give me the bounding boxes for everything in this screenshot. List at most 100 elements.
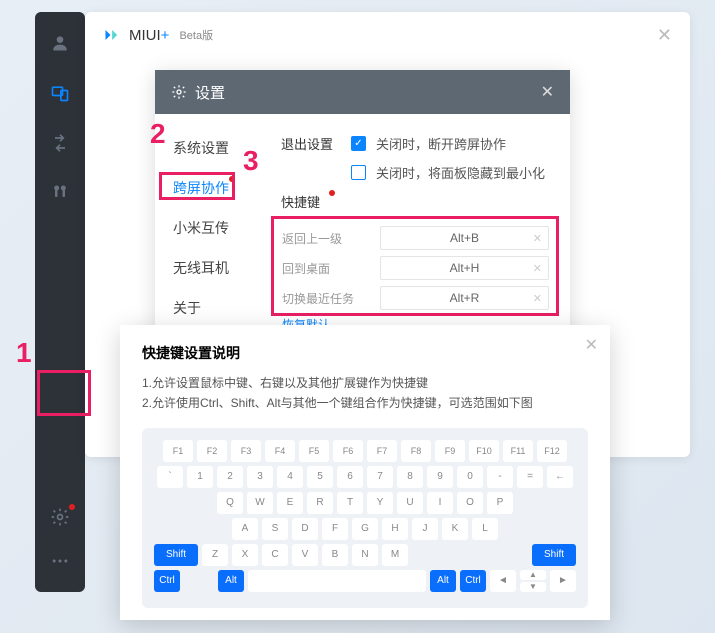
- help-close-icon[interactable]: ✕: [585, 335, 598, 355]
- nav-mi-connect[interactable]: 小米互传: [173, 218, 271, 238]
- keyboard-key: Alt: [218, 570, 244, 592]
- keyboard-key: F1: [163, 440, 193, 462]
- keyboard-key: C: [262, 544, 288, 566]
- keyboard-key: X: [232, 544, 258, 566]
- keyboard-key: N: [352, 544, 378, 566]
- close-icon[interactable]: ✕: [657, 25, 672, 46]
- keyboard-key: 6: [337, 466, 363, 488]
- settings-header: 设置 ✕: [155, 70, 570, 114]
- settings-panel: 设置 ✕ 系统设置 跨屏协作 小米互传 无线耳机 关于 退出设置 关闭时，断开跨…: [155, 70, 570, 340]
- keyboard-key: F7: [367, 440, 397, 462]
- earbuds-icon[interactable]: [49, 182, 71, 204]
- gear-icon: [171, 84, 187, 100]
- keyboard-key: 3: [247, 466, 273, 488]
- avatar-icon[interactable]: [49, 32, 71, 54]
- keyboard-key: Ctrl: [460, 570, 486, 592]
- checkbox-minimize[interactable]: [351, 165, 366, 180]
- keyboard-key: 0: [457, 466, 483, 488]
- keyboard-key: Shift: [532, 544, 576, 566]
- keyboard-key: D: [292, 518, 318, 540]
- annotation-num-1: 1: [16, 337, 32, 369]
- keyboard-key: =: [517, 466, 543, 488]
- help-title: 快捷键设置说明: [142, 343, 588, 363]
- shortcut-input-back[interactable]: Alt+B✕: [380, 226, 549, 250]
- settings-gear-icon[interactable]: [49, 506, 71, 528]
- shortcut-row: 切换最近任务 Alt+R✕: [282, 286, 549, 310]
- keyboard-key: O: [457, 492, 483, 514]
- keyboard-key: Shift: [154, 544, 198, 566]
- shortcut-box: 返回上一级 Alt+B✕ 回到桌面 Alt+H✕ 切换最近任务 Alt+R✕ 恢…: [281, 221, 550, 338]
- keyboard-key: F9: [435, 440, 465, 462]
- exit-option-minimize: 关闭时，将面板隐藏到最小化: [376, 163, 545, 182]
- nav-about[interactable]: 关于: [173, 298, 271, 318]
- keyboard-key: F10: [469, 440, 499, 462]
- nav-system[interactable]: 系统设置: [173, 138, 271, 158]
- exit-option-disconnect: 关闭时，断开跨屏协作: [376, 134, 506, 153]
- more-icon[interactable]: [49, 550, 71, 572]
- settings-title: 设置: [195, 82, 225, 103]
- keyboard-key: ←: [547, 466, 573, 488]
- keyboard-key: F2: [197, 440, 227, 462]
- help-panel: ✕ 快捷键设置说明 1.允许设置鼠标中键、右键以及其他扩展键作为快捷键 2.允许…: [120, 325, 610, 620]
- keyboard-key: Y: [367, 492, 393, 514]
- keyboard-key: Z: [202, 544, 228, 566]
- keyboard-key: ◄: [490, 570, 516, 592]
- app-logo: MIUI+ Beta版: [103, 25, 213, 45]
- keyboard-key: S: [262, 518, 288, 540]
- keyboard-key: P: [487, 492, 513, 514]
- devices-icon[interactable]: [49, 82, 71, 104]
- keyboard-key: A: [232, 518, 258, 540]
- keyboard-key: 9: [427, 466, 453, 488]
- keyboard-key: H: [382, 518, 408, 540]
- keyboard-key: W: [247, 492, 273, 514]
- keyboard-key: J: [412, 518, 438, 540]
- keyboard-key: 4: [277, 466, 303, 488]
- help-description: 1.允许设置鼠标中键、右键以及其他扩展键作为快捷键 2.允许使用Ctrl、Shi…: [142, 373, 588, 414]
- keyboard-key: M: [382, 544, 408, 566]
- keyboard-key: ▲: [520, 570, 546, 580]
- keyboard-key: F8: [401, 440, 431, 462]
- clear-icon[interactable]: ✕: [533, 292, 542, 305]
- keyboard-key: F4: [265, 440, 295, 462]
- keyboard-key: V: [292, 544, 318, 566]
- keyboard-key: G: [352, 518, 378, 540]
- shortcut-dot: [329, 190, 335, 196]
- keyboard-diagram: F1F2F3F4F5F6F7F8F9F10F11F12 `1234567890-…: [142, 428, 588, 608]
- keyboard-key: 1: [187, 466, 213, 488]
- nav-wireless-earbuds[interactable]: 无线耳机: [173, 258, 271, 278]
- keyboard-spacebar: [248, 570, 426, 592]
- clear-icon[interactable]: ✕: [533, 232, 542, 245]
- keyboard-key: L: [472, 518, 498, 540]
- shortcut-row: 回到桌面 Alt+H✕: [282, 256, 549, 280]
- transfer-icon[interactable]: [49, 132, 71, 154]
- keyboard-key: 8: [397, 466, 423, 488]
- nav-cross-screen[interactable]: 跨屏协作: [173, 178, 271, 198]
- keyboard-key: I: [427, 492, 453, 514]
- keyboard-key: F6: [333, 440, 363, 462]
- keyboard-key: U: [397, 492, 423, 514]
- shortcut-input-home[interactable]: Alt+H✕: [380, 256, 549, 280]
- settings-content: 退出设置 关闭时，断开跨屏协作 关闭时，将面板隐藏到最小化 快捷键 返回上一级 …: [271, 114, 570, 340]
- keyboard-key: K: [442, 518, 468, 540]
- keyboard-key: 7: [367, 466, 393, 488]
- keyboard-key: ▼: [520, 582, 546, 592]
- keyboard-key: F11: [503, 440, 533, 462]
- app-sidebar: [35, 12, 85, 592]
- settings-close-icon[interactable]: ✕: [541, 82, 554, 102]
- keyboard-key: Ctrl: [154, 570, 180, 592]
- keyboard-key: Alt: [430, 570, 456, 592]
- keyboard-key: E: [277, 492, 303, 514]
- clear-icon[interactable]: ✕: [533, 262, 542, 275]
- keyboard-key: F: [322, 518, 348, 540]
- keyboard-key: -: [487, 466, 513, 488]
- keyboard-key: B: [322, 544, 348, 566]
- keyboard-key: R: [307, 492, 333, 514]
- keyboard-key: T: [337, 492, 363, 514]
- settings-nav: 系统设置 跨屏协作 小米互传 无线耳机 关于: [155, 114, 271, 340]
- shortcut-input-recent[interactable]: Alt+R✕: [380, 286, 549, 310]
- keyboard-key: F5: [299, 440, 329, 462]
- keyboard-key: Q: [217, 492, 243, 514]
- exit-section-label: 退出设置: [281, 134, 341, 153]
- shortcut-row: 返回上一级 Alt+B✕: [282, 226, 549, 250]
- checkbox-disconnect[interactable]: [351, 136, 366, 151]
